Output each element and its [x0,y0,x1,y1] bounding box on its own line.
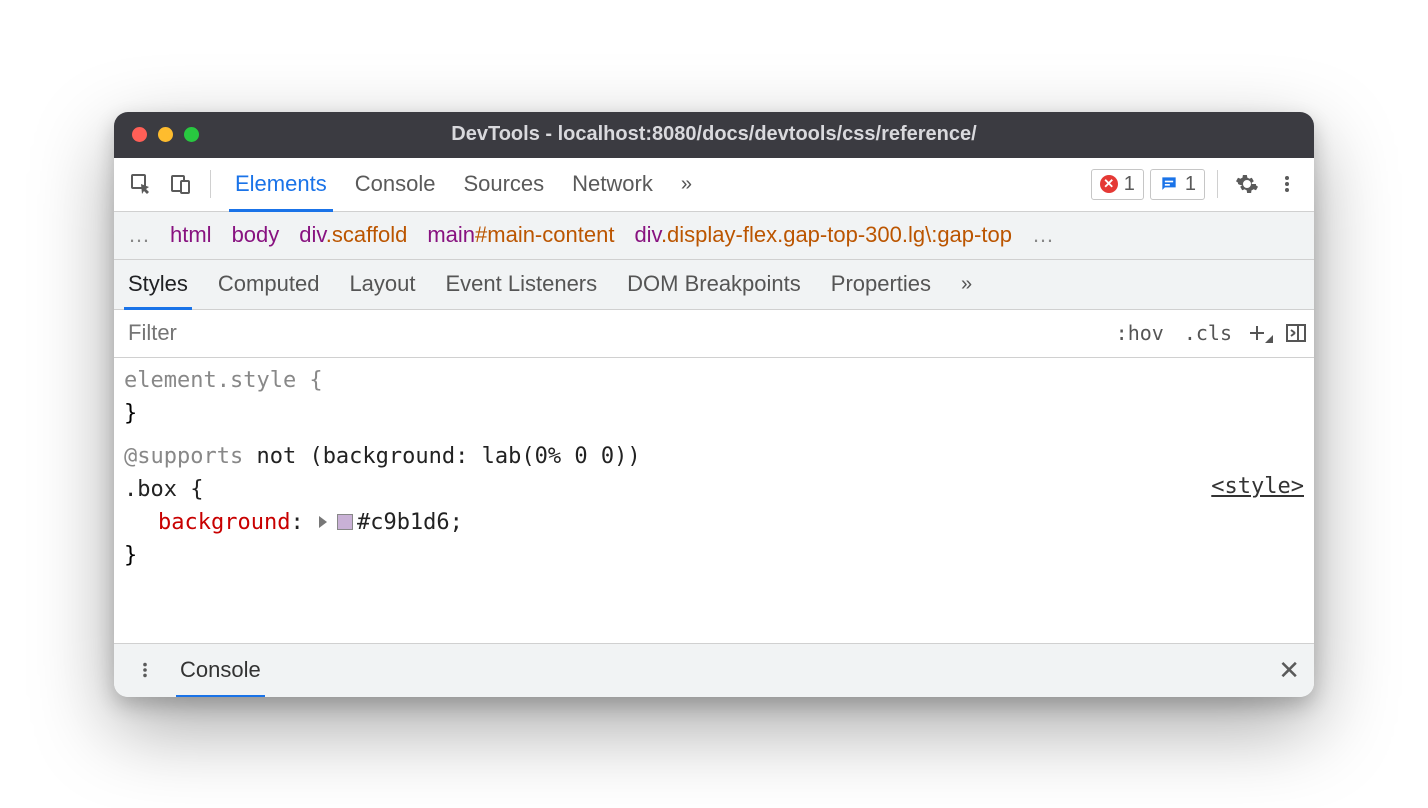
subtab-computed[interactable]: Computed [218,260,320,309]
rule-close-brace: } [124,539,1304,572]
inspect-element-icon[interactable] [124,167,158,201]
separator [210,170,211,198]
dom-breadcrumbs: … html body div.scaffold main#main-conte… [114,212,1314,260]
issue-icon [1159,174,1179,194]
rule-selector: .box { [124,473,1304,506]
devtools-window: DevTools - localhost:8080/docs/devtools/… [114,112,1314,697]
hov-toggle[interactable]: :hov [1106,321,1174,345]
maximize-window-button[interactable] [184,127,199,142]
breadcrumb-div-display-flex[interactable]: div.display-flex.gap-top-300.lg\:gap-top [634,222,1012,248]
main-tabs: Elements Console Sources Network » [235,158,688,211]
drawer: Console ✕ [114,643,1314,697]
tab-console[interactable]: Console [355,158,436,211]
property-name[interactable]: background [158,510,290,535]
issues-count: 1 [1185,173,1196,196]
tab-elements[interactable]: Elements [235,158,327,211]
at-rule-condition: not (background: lab(0% 0 0)) [243,444,640,469]
breadcrumb-body[interactable]: body [232,222,280,248]
subtab-event-listeners[interactable]: Event Listeners [446,260,598,309]
breadcrumb-overflow-start[interactable]: … [128,222,150,248]
errors-count: 1 [1124,173,1135,196]
window-title: DevTools - localhost:8080/docs/devtools/… [132,123,1296,146]
source-link[interactable]: <style> [1211,470,1304,503]
drawer-tab-console[interactable]: Console [180,644,261,697]
breadcrumb-html[interactable]: html [170,222,212,248]
breadcrumb-overflow-end[interactable]: … [1032,222,1054,248]
tab-sources[interactable]: Sources [463,158,544,211]
breadcrumb-div-scaffold[interactable]: div.scaffold [299,222,407,248]
styles-filter-bar: :hov .cls [114,310,1314,358]
subtab-dom-breakpoints[interactable]: DOM Breakpoints [627,260,801,309]
at-rule-keyword: @supports [124,444,243,469]
device-toolbar-icon[interactable] [164,167,198,201]
property-value[interactable]: #c9b1d6 [357,510,450,535]
styles-subtabs: Styles Computed Layout Event Listeners D… [114,260,1314,310]
more-options-icon[interactable] [1270,167,1304,201]
declaration[interactable]: background: #c9b1d6; [124,506,1304,539]
drawer-more-icon[interactable] [128,653,162,687]
rule-selector: element.style { [124,364,1304,397]
new-style-rule-button[interactable] [1242,323,1278,343]
window-controls [132,127,199,142]
close-window-button[interactable] [132,127,147,142]
minimize-window-button[interactable] [158,127,173,142]
rule-box[interactable]: @supports not (background: lab(0% 0 0)) … [124,440,1304,572]
styles-filter-input[interactable] [114,310,1106,357]
color-swatch[interactable] [337,514,353,530]
issues-badge[interactable]: 1 [1150,169,1205,200]
subtab-styles[interactable]: Styles [128,260,188,309]
at-rule: @supports not (background: lab(0% 0 0)) [124,440,1304,473]
cls-toggle[interactable]: .cls [1174,321,1242,345]
settings-icon[interactable] [1230,167,1264,201]
titlebar: DevTools - localhost:8080/docs/devtools/… [114,112,1314,158]
rule-close-brace: } [124,397,1304,430]
separator [1217,170,1218,198]
subtab-properties[interactable]: Properties [831,260,931,309]
error-icon: ✕ [1100,175,1118,193]
main-toolbar: Elements Console Sources Network » ✕ 1 1 [114,158,1314,212]
drawer-close-icon[interactable]: ✕ [1278,655,1300,686]
more-tabs-icon[interactable]: » [681,173,688,196]
styles-pane[interactable]: element.style { } @supports not (backgro… [114,358,1314,643]
errors-badge[interactable]: ✕ 1 [1091,169,1144,200]
more-subtabs-icon[interactable]: » [961,273,968,296]
breadcrumb-main[interactable]: main#main-content [427,222,614,248]
tab-network[interactable]: Network [572,158,653,211]
rule-element-style[interactable]: element.style { } [124,364,1304,430]
subtab-layout[interactable]: Layout [349,260,415,309]
computed-sidebar-toggle-icon[interactable] [1278,322,1314,344]
expand-shorthand-icon[interactable] [319,516,327,528]
